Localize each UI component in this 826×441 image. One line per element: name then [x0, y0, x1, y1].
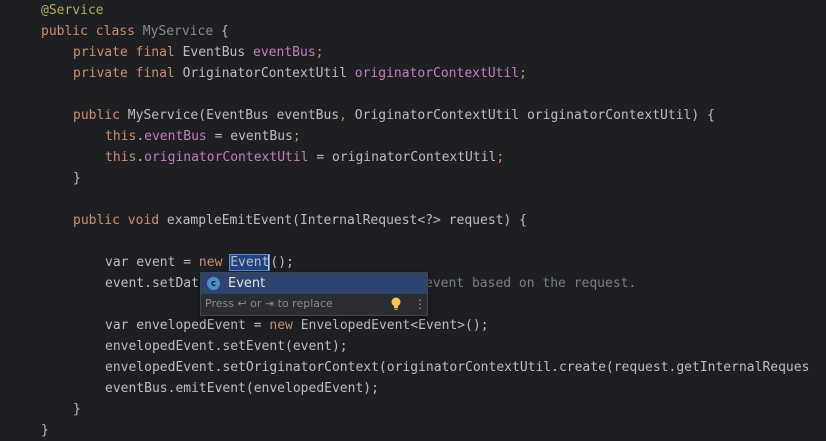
keyword: private final	[73, 45, 183, 60]
code-text: .	[136, 150, 145, 165]
constructor-name: MyService	[127, 108, 199, 123]
keyword: public void	[73, 213, 167, 228]
comment-text: event based on the request.	[425, 276, 637, 291]
keyword: this	[105, 129, 137, 144]
code-text: OriginatorContextUtil originatorContextU…	[354, 108, 715, 123]
keyword: public	[73, 108, 128, 123]
code-text: envelopedEvent.setEvent(event);	[105, 339, 348, 354]
selected-identifier[interactable]: Event	[229, 254, 271, 271]
code-text: }	[73, 402, 81, 417]
editor-gutter	[0, 0, 33, 438]
code-line-11: public void exampleEmitEvent(InternalReq…	[73, 210, 527, 231]
code-line-3: private final EventBus eventBus;	[73, 42, 323, 63]
code-line-2: public class MyService {	[41, 21, 229, 42]
code-text: (EventBus eventBus	[198, 108, 340, 123]
keyword: public class	[41, 24, 143, 39]
code-text: }	[73, 171, 81, 186]
code-text: event.setDat	[105, 276, 199, 291]
code-line-16: var envelopedEvent = new EnvelopedEvent<…	[105, 315, 489, 336]
code-text: var event =	[105, 255, 199, 270]
semicolon: ;	[496, 150, 505, 165]
comma: ,	[339, 108, 355, 123]
field-name: originatorContextUtil	[144, 150, 309, 165]
more-vertical-icon[interactable]: ⋮	[414, 296, 426, 312]
keyword: this	[105, 150, 137, 165]
code-editor[interactable]: @Service public class MyService { privat…	[33, 0, 826, 438]
code-text: envelopedEvent.setOriginatorContext(orig…	[105, 360, 810, 375]
type-name: EventBus	[182, 45, 254, 60]
code-line-6: public MyService(EventBus eventBus, Orig…	[73, 105, 715, 126]
code-line-9: }	[73, 168, 81, 189]
annotation: @Service	[41, 3, 104, 18]
lightbulb-icon[interactable]	[391, 297, 401, 311]
field-name: eventBus	[253, 45, 316, 60]
code-line-17: envelopedEvent.setEvent(event);	[105, 336, 348, 357]
semicolon: ;	[315, 45, 324, 60]
completion-popup: c Event Press ↩ or ⇥ to replace ⋮	[200, 272, 428, 316]
code-text: EnvelopedEvent<Event>();	[300, 318, 489, 333]
code-line-4: private final OriginatorContextUtil orig…	[73, 63, 527, 84]
code-line-14-tail: event based on the request.	[425, 273, 636, 294]
code-text: ();	[270, 255, 294, 270]
code-text: (InternalRequest<?> request) {	[292, 213, 527, 228]
code-line-19: eventBus.emitEvent(envelopedEvent);	[105, 378, 379, 399]
method-name: exampleEmitEvent	[166, 213, 293, 228]
class-icon: c	[207, 277, 220, 290]
code-text: eventBus.emitEvent(envelopedEvent);	[105, 381, 379, 396]
completion-item-label: Event	[228, 276, 266, 291]
code-line-13: var event = new Event();	[105, 252, 294, 273]
completion-hint: Press ↩ or ⇥ to replace	[205, 297, 333, 310]
completion-item-event[interactable]: c Event	[201, 273, 427, 294]
code-text: = eventBus	[206, 129, 293, 144]
semicolon: ;	[292, 129, 301, 144]
keyword: new	[198, 255, 231, 270]
semicolon: ;	[519, 66, 527, 81]
field-name: eventBus	[144, 129, 207, 144]
code-text: }	[41, 423, 49, 438]
code-line-14: event.setDat	[105, 273, 199, 294]
keyword: new	[269, 318, 301, 333]
code-text: var envelopedEvent =	[105, 318, 270, 333]
code-text: .	[136, 129, 145, 144]
field-name: originatorContextUtil	[354, 66, 520, 81]
type-name: OriginatorContextUtil	[182, 66, 355, 81]
code-line-18: envelopedEvent.setOriginatorContext(orig…	[105, 357, 809, 378]
code-text: {	[213, 24, 229, 39]
code-line-1: @Service	[41, 0, 104, 21]
code-line-7: this.eventBus = eventBus;	[105, 126, 301, 147]
class-name: MyService	[142, 24, 214, 39]
keyword: private final	[73, 66, 183, 81]
code-line-20: }	[73, 399, 81, 420]
code-line-8: this.originatorContextUtil = originatorC…	[105, 147, 504, 168]
code-text: = originatorContextUtil	[308, 150, 497, 165]
